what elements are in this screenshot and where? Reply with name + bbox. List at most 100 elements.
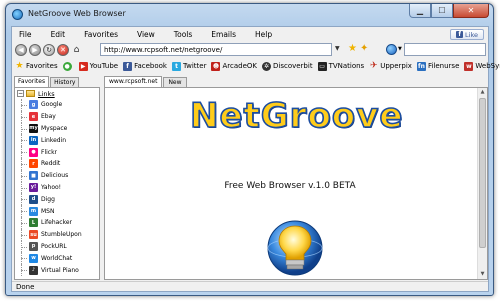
tab-rcpsoft[interactable]: www.rcpsoft.net (104, 76, 163, 87)
lifehacker-icon: L (29, 218, 38, 228)
menu-file[interactable]: File (17, 29, 34, 40)
tree-item-worldchat[interactable]: w WorldChat (15, 252, 99, 264)
navigation-bar: ◀ ▶ ↻ ✕ ⌂ http://www.rcpsoft.net/netgroo… (12, 42, 488, 58)
address-bar[interactable]: http://www.rcpsoft.net/netgroove/ (100, 43, 332, 56)
fav-arcadeok-label: ArcadeOK (222, 62, 257, 70)
tree-item-label: Yahoo! (41, 183, 62, 191)
youtube-icon: ▶ (78, 61, 88, 71)
maximize-button[interactable]: ☐ (431, 4, 453, 18)
tree-item-label: Reddit (41, 160, 61, 168)
app-globe-icon (12, 9, 23, 20)
menu-bar: File Edit Favorites View Tools Emails He… (12, 27, 488, 41)
fav-tvnations-label: TVNations (328, 62, 365, 70)
menu-favorites[interactable]: Favorites (82, 29, 120, 40)
minimize-button[interactable]: ▁ (409, 4, 431, 18)
scroll-down-icon[interactable]: ▼ (478, 270, 487, 279)
fav-green-globe[interactable]: ● (62, 61, 74, 71)
search-input[interactable] (404, 43, 486, 56)
fav-filenurse[interactable]: fn Filenurse (416, 61, 460, 71)
tree-item-label: Virtual Piano (41, 266, 79, 274)
facebook-like-button[interactable]: f Like (450, 29, 484, 40)
fav-upperpix[interactable]: ✈ Upperpix (369, 61, 412, 71)
sidebar: Favorites History − Links g Google e Ebay my… (14, 76, 100, 280)
reload-button[interactable]: ↻ (43, 44, 55, 56)
tab-history[interactable]: History (50, 77, 80, 87)
filenurse-icon: fn (416, 61, 426, 71)
tree-item-label: StumbleUpon (41, 231, 82, 239)
fav-tvnations[interactable]: ▭ TVNations (317, 61, 365, 71)
tagline: Free Web Browser v.1.0 BETA (224, 181, 356, 191)
tree-item-reddit[interactable]: r Reddit (15, 157, 99, 170)
ebay-icon: e (29, 112, 38, 122)
tree-item-delicious[interactable]: ■ Delicious (15, 169, 99, 182)
tree-item-google[interactable]: g Google (15, 99, 99, 111)
yahoo-icon: y! (29, 182, 38, 192)
facebook-icon: f (123, 61, 133, 71)
menu-help[interactable]: Help (253, 29, 274, 40)
fav-facebook[interactable]: f Facebook (123, 61, 167, 71)
lightbulb-globe-icon (267, 220, 323, 276)
virtual-piano-icon: ♪ (29, 265, 38, 275)
tree-item-linkedin[interactable]: in Linkedin (15, 134, 99, 146)
tab-new[interactable]: New (163, 77, 187, 87)
menu-emails[interactable]: Emails (209, 29, 238, 40)
address-dropdown-icon[interactable]: ▼ (335, 45, 340, 52)
menu-edit[interactable]: Edit (49, 29, 68, 40)
tree-folder-links[interactable]: − Links (15, 88, 99, 99)
tree-item-stumbleupon[interactable]: su StumbleUpon (15, 228, 99, 241)
fav-twitter[interactable]: t Twitter (172, 61, 206, 71)
home-icon[interactable]: ⌂ (71, 45, 82, 56)
tab-favorites[interactable]: Favorites (14, 76, 50, 87)
fav-youtube[interactable]: ▶ YouTube (78, 61, 119, 71)
tree-item-digg[interactable]: d Digg (15, 193, 99, 205)
fav-filenurse-label: Filenurse (427, 62, 460, 70)
digg-icon: d (29, 194, 38, 204)
tree-item-msn[interactable]: m MSN (15, 205, 99, 217)
tree-item-yahoo[interactable]: y! Yahoo! (15, 181, 99, 194)
favorites-star-plus-icon[interactable]: ✦ (360, 43, 368, 54)
msn-icon: m (29, 206, 38, 216)
facebook-icon: f (456, 31, 464, 38)
stop-button[interactable]: ✕ (57, 44, 69, 56)
fav-websyrup[interactable]: w WebSyrup (464, 61, 500, 71)
tree-item-myspace[interactable]: my Myspace (15, 122, 99, 135)
collapse-toggle-icon[interactable]: − (17, 90, 24, 97)
fav-youtube-label: YouTube (89, 62, 119, 70)
tree-item-lifehacker[interactable]: L Lifehacker (15, 216, 99, 229)
browser-window: NetGroove Web Browser ▁ ☐ ✕ File Edit Fa… (5, 3, 500, 296)
favorites-label: Favorites (26, 62, 58, 70)
menu-tools[interactable]: Tools (172, 29, 194, 40)
menu-view[interactable]: View (135, 29, 157, 40)
favorites-button[interactable]: ★ Favorites (15, 61, 58, 71)
vertical-scrollbar[interactable]: ▲ ▼ (477, 88, 487, 279)
tree-item-flickr[interactable]: ● Flickr (15, 146, 99, 158)
fav-discoverbit[interactable]: ✲ Discoverbit (261, 61, 313, 71)
search-engine-globe-icon[interactable] (386, 44, 397, 55)
window-controls: ▁ ☐ ✕ (409, 4, 489, 20)
sidebar-tabs: Favorites History (14, 76, 100, 87)
tree-item-label: WorldChat (41, 254, 73, 262)
add-favorite-star-icon[interactable]: ★ (348, 43, 357, 54)
status-bar: Done (12, 281, 488, 292)
green-globe-icon: ● (62, 61, 72, 71)
tree-item-ebay[interactable]: e Ebay (15, 110, 99, 123)
pockurl-icon: p (29, 241, 38, 251)
forward-button[interactable]: ▶ (29, 44, 41, 56)
content-area: www.rcpsoft.net New NetGroove Free Web B… (104, 76, 488, 280)
scroll-thumb[interactable] (479, 98, 486, 248)
tree-item-virtual-piano[interactable]: ♪ Virtual Piano (15, 264, 99, 276)
tree-item-label: Linkedin (41, 136, 67, 144)
search-engine-dropdown-icon[interactable]: ▼ (398, 46, 402, 52)
tree-item-label: Ebay (41, 113, 56, 121)
scroll-up-icon[interactable]: ▲ (478, 88, 487, 97)
back-button[interactable]: ◀ (15, 44, 27, 56)
tree-item-label: Myspace (41, 124, 68, 132)
fav-arcadeok[interactable]: ☻ ArcadeOK (211, 61, 257, 71)
tree-item-label: PockURL (41, 242, 67, 250)
content-tabs: www.rcpsoft.net New (104, 76, 488, 87)
browser-body: File Edit Favorites View Tools Emails He… (11, 26, 500, 292)
tree-item-label: MSN (41, 207, 55, 215)
close-button[interactable]: ✕ (453, 4, 489, 18)
tree-item-pockurl[interactable]: p PockURL (15, 240, 99, 253)
worldchat-icon: w (29, 253, 38, 263)
